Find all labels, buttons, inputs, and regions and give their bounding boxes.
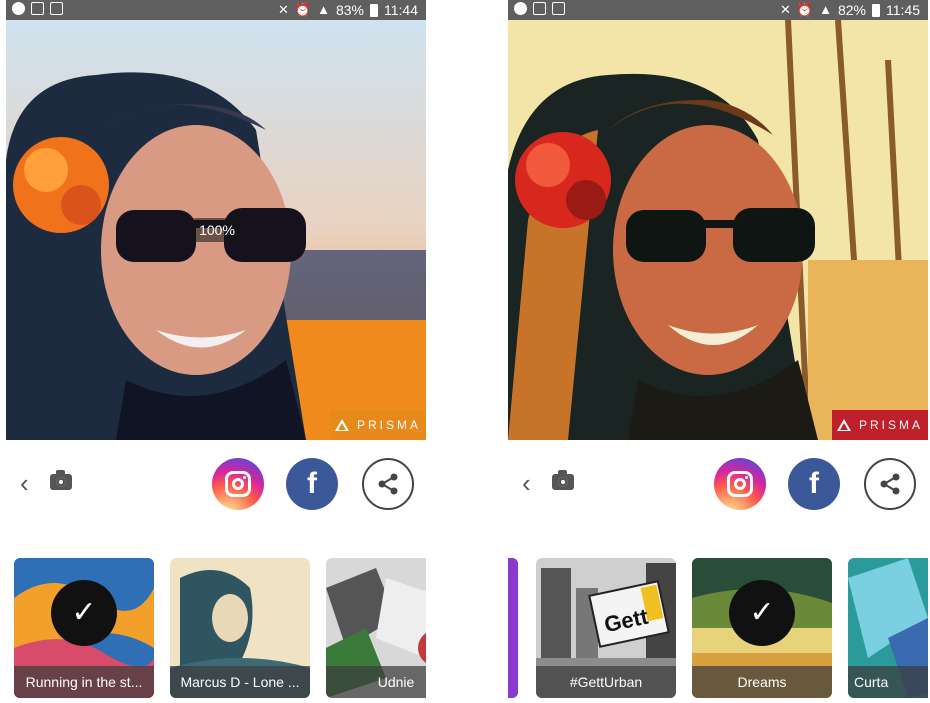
- instagram-icon: [225, 471, 251, 497]
- share-button[interactable]: [864, 458, 916, 510]
- back-button[interactable]: ‹: [20, 470, 29, 496]
- prisma-watermark: PRISMA: [330, 410, 426, 440]
- signal-icon: ▲: [819, 2, 832, 17]
- gallery-icon: [50, 2, 63, 15]
- battery-icon: [370, 3, 378, 17]
- prisma-watermark-text: PRISMA: [356, 418, 421, 432]
- share-icon: [880, 473, 900, 495]
- facebook-icon: f: [809, 467, 819, 500]
- prisma-logo-icon: [836, 419, 851, 431]
- filter-label: Running in the st...: [14, 666, 154, 698]
- status-bar: ✕ ⏰ ▲ 83% 11:44: [6, 0, 426, 20]
- battery-icon: [872, 3, 880, 17]
- portrait-artwork: [508, 20, 928, 440]
- instagram-share-button[interactable]: [714, 458, 766, 510]
- instagram-icon: [727, 471, 753, 497]
- mail-icon: [552, 2, 565, 15]
- filter-carousel[interactable]: ✓ Running in the st... Marcus D - Lone .…: [6, 558, 426, 698]
- filter-thumbnail[interactable]: ✓ Running in the st...: [14, 558, 154, 698]
- selected-checkmark-icon: ✓: [51, 580, 117, 646]
- filter-thumbnail[interactable]: ✓ Dreams: [692, 558, 832, 698]
- filter-thumbnail[interactable]: Udnie: [326, 558, 426, 698]
- left-phone-screen: ✕ ⏰ ▲ 83% 11:44 100% PRISMA ‹ f ✓ Runnin…: [6, 0, 426, 703]
- alarm-icon: ⏰: [796, 2, 814, 17]
- clock: 11:45: [886, 2, 920, 18]
- back-button[interactable]: ‹: [522, 470, 531, 496]
- signal-icon: ▲: [317, 2, 330, 17]
- selected-checkmark-icon: ✓: [729, 580, 795, 646]
- prisma-watermark-text: PRISMA: [858, 418, 923, 432]
- camera-icon[interactable]: [552, 470, 574, 490]
- filter-label: Curta: [848, 666, 928, 698]
- zoom-indicator: 100%: [192, 218, 242, 242]
- filter-thumbnail[interactable]: Marcus D - Lone ...: [170, 558, 310, 698]
- camera-icon[interactable]: [50, 470, 72, 490]
- right-phone-screen: ✕ ⏰ ▲ 82% 11:45 PRISMA ‹ f Gett #GettUrb…: [508, 0, 928, 703]
- prisma-watermark: PRISMA: [832, 410, 928, 440]
- filter-carousel[interactable]: Gett #GettUrban ✓ Dreams Curta: [508, 558, 928, 698]
- facebook-share-button[interactable]: f: [286, 458, 338, 510]
- messenger-icon: [12, 2, 25, 15]
- messenger-icon: [514, 2, 527, 15]
- instagram-share-button[interactable]: [212, 458, 264, 510]
- alarm-icon: ⏰: [294, 2, 312, 17]
- stylized-photo[interactable]: PRISMA: [508, 20, 928, 440]
- filter-thumbnail[interactable]: Gett #GettUrban: [536, 558, 676, 698]
- clock: 11:44: [384, 2, 418, 18]
- filter-label: Dreams: [692, 666, 832, 698]
- gallery-icon: [533, 2, 546, 15]
- mute-icon: ✕: [780, 2, 791, 17]
- filter-label: #GettUrban: [536, 666, 676, 698]
- status-bar: ✕ ⏰ ▲ 82% 11:45: [508, 0, 928, 20]
- facebook-icon: f: [307, 467, 317, 500]
- battery-percent: 82%: [837, 2, 866, 18]
- share-button[interactable]: [362, 458, 414, 510]
- filter-label: Marcus D - Lone ...: [170, 666, 310, 698]
- filter-label: Udnie: [326, 666, 426, 698]
- share-toolbar: ‹ f: [508, 440, 928, 528]
- share-toolbar: ‹ f: [6, 440, 426, 528]
- filter-thumbnail[interactable]: [508, 558, 518, 698]
- stylized-photo[interactable]: 100% PRISMA: [6, 20, 426, 440]
- filter-thumbnail[interactable]: Curta: [848, 558, 928, 698]
- battery-percent: 83%: [335, 2, 364, 18]
- mute-icon: ✕: [278, 2, 289, 17]
- mail-icon: [31, 2, 44, 15]
- share-icon: [378, 473, 398, 495]
- filter-preview: [508, 558, 518, 698]
- facebook-share-button[interactable]: f: [788, 458, 840, 510]
- prisma-logo-icon: [334, 419, 349, 431]
